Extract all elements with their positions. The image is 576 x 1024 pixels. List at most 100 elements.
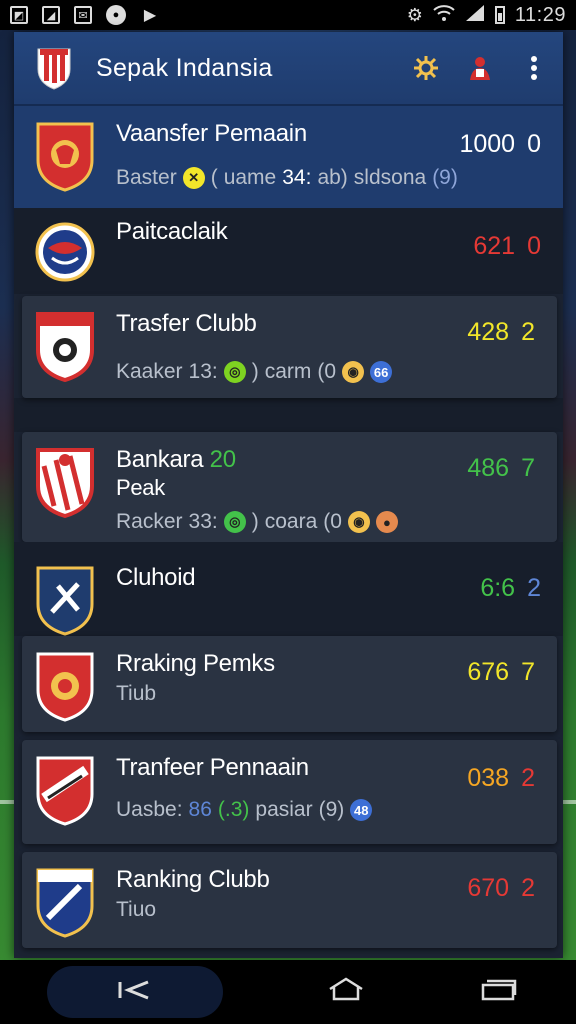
score-b: 2 <box>521 318 535 346</box>
score-b: 7 <box>521 658 535 686</box>
detail-label: Uasbe: <box>116 798 183 821</box>
score-a: 670 <box>467 874 510 902</box>
score-a: 428 <box>467 318 510 346</box>
club-details: Kaaker 13: ◎ ) carm (0 ◉ 66 <box>116 360 539 384</box>
detail-text: (9) <box>432 166 458 189</box>
score-b: 2 <box>521 764 535 792</box>
chart-icon: ◢ <box>42 6 60 24</box>
more-vert-icon[interactable] <box>519 53 549 83</box>
detail-text: 34: <box>282 166 312 189</box>
record-icon: ● <box>106 5 126 25</box>
score: 428 2 <box>467 318 535 347</box>
club-details: Racker 33: ◎ ) coara (0 ◉ ● <box>116 510 539 534</box>
detail-text: sldsona <box>353 166 427 189</box>
club-details: Baster ✕ ( uame 34: ab) sldsona (9) <box>116 166 545 190</box>
play-icon: ▶ <box>143 7 157 24</box>
score: 676 7 <box>467 658 535 687</box>
detail-text: ab) <box>317 166 348 189</box>
club-details: Uasbe: 86 (.3) pasiar (9) 48 <box>116 798 539 822</box>
list-item[interactable]: Trasfer Clubb Kaaker 13: ◎ ) carm (0 ◉ 6… <box>22 296 557 398</box>
app-logo-icon <box>37 48 71 90</box>
detail-text: uame <box>223 166 277 189</box>
score-a: 038 <box>467 764 510 792</box>
score-a: 676 <box>467 658 510 686</box>
alarm-icon: ⚙ <box>406 4 423 25</box>
list-item[interactable]: Bankara 20 Peak Racker 33: ◎ ) coara (0 … <box>22 432 557 542</box>
detail-text: 33: <box>188 510 218 533</box>
detail-text: 86 <box>188 798 212 821</box>
score-b: 7 <box>521 454 535 482</box>
spacer <box>14 398 563 432</box>
club-crest-icon <box>36 122 94 192</box>
score: 6:6 2 <box>480 574 541 603</box>
status-bar: ◩ ◢ ✉ ● ▶ ⚙ 11:29 <box>0 0 576 30</box>
score: 1000 0 <box>459 130 541 159</box>
club-crest-icon <box>36 756 94 826</box>
score: 486 7 <box>467 454 535 483</box>
score: 621 0 <box>473 232 541 261</box>
clock: 11:29 <box>514 3 566 26</box>
score: 038 2 <box>467 764 535 793</box>
recents-icon <box>481 976 517 1008</box>
detail-text: (0 <box>323 510 342 533</box>
score-b: 0 <box>527 130 541 158</box>
recents-button[interactable] <box>469 972 529 1012</box>
detail-text: carm <box>264 360 312 383</box>
detail-text: ) <box>251 510 259 533</box>
ball-icon: ◎ <box>223 361 246 383</box>
list-item[interactable]: Paitcaclaik 621 0 <box>14 208 563 294</box>
score-b: 0 <box>527 232 541 260</box>
app-title: Sepak Indansia <box>96 53 273 82</box>
home-button[interactable] <box>316 972 376 1012</box>
settings-icon[interactable] <box>411 53 441 83</box>
detail-text: pasiar <box>255 798 313 821</box>
detail-text: (.3) <box>217 798 250 821</box>
list-item[interactable]: Tranfeer Pennaain Uasbe: 86 (.3) pasiar … <box>22 740 557 844</box>
list-item[interactable]: Cluhoid 6:6 2 <box>14 542 563 636</box>
home-icon <box>328 976 364 1008</box>
score-a: 486 <box>467 454 510 482</box>
score-a: 1000 <box>459 130 516 158</box>
detail-text: 13: <box>188 360 218 383</box>
club-crest-icon <box>36 652 94 722</box>
detail-text: coara <box>264 510 318 533</box>
badge-icon: 48 <box>350 799 373 821</box>
club-crest-icon <box>36 448 94 518</box>
signal-icon <box>465 4 485 27</box>
ball-icon: ✕ <box>182 167 205 189</box>
club-rank-badge: 20 <box>209 446 236 473</box>
system-nav-bar <box>0 960 576 1024</box>
player-icon[interactable] <box>465 53 495 83</box>
detail-text: ( <box>210 166 218 189</box>
list-item[interactable]: Rraking Pemks Tiub 676 7 <box>22 636 557 732</box>
list-item[interactable]: Ranking Clubb Tiuo 670 2 <box>22 852 557 948</box>
club-crest-icon <box>36 312 94 382</box>
list-item[interactable]: Vaansfer Pemaain Baster ✕ ( uame 34: ab)… <box>14 106 563 208</box>
club-list: Vaansfer Pemaain Baster ✕ ( uame 34: ab)… <box>14 106 563 948</box>
detail-text: ) <box>251 360 259 383</box>
detail-label: Kaaker <box>116 360 183 383</box>
battery-icon <box>494 6 505 24</box>
wifi-icon <box>433 4 455 27</box>
score-b: 2 <box>521 874 535 902</box>
club-mini-icon: ● <box>375 511 398 533</box>
coin-icon: ◉ <box>347 511 370 533</box>
mail-icon: ✉ <box>74 6 92 24</box>
score-b: 2 <box>527 574 541 602</box>
club-name-text: Bankara <box>116 446 204 473</box>
detail-text: (9) <box>318 798 345 821</box>
badge-icon: 66 <box>370 361 393 383</box>
club-crest-icon <box>35 222 95 282</box>
image-icon: ◩ <box>10 6 28 24</box>
club-crest-icon <box>36 868 94 938</box>
detail-text: (0 <box>317 360 337 383</box>
score-a: 6:6 <box>480 574 516 602</box>
score-a: 621 <box>473 232 516 260</box>
app-window: Sepak Indansia Vaansfer Pemaain Baster ✕… <box>14 32 563 958</box>
ball-icon: ◎ <box>223 511 246 533</box>
score: 670 2 <box>467 874 535 903</box>
back-button[interactable] <box>46 966 223 1018</box>
detail-label: Racker <box>116 510 183 533</box>
